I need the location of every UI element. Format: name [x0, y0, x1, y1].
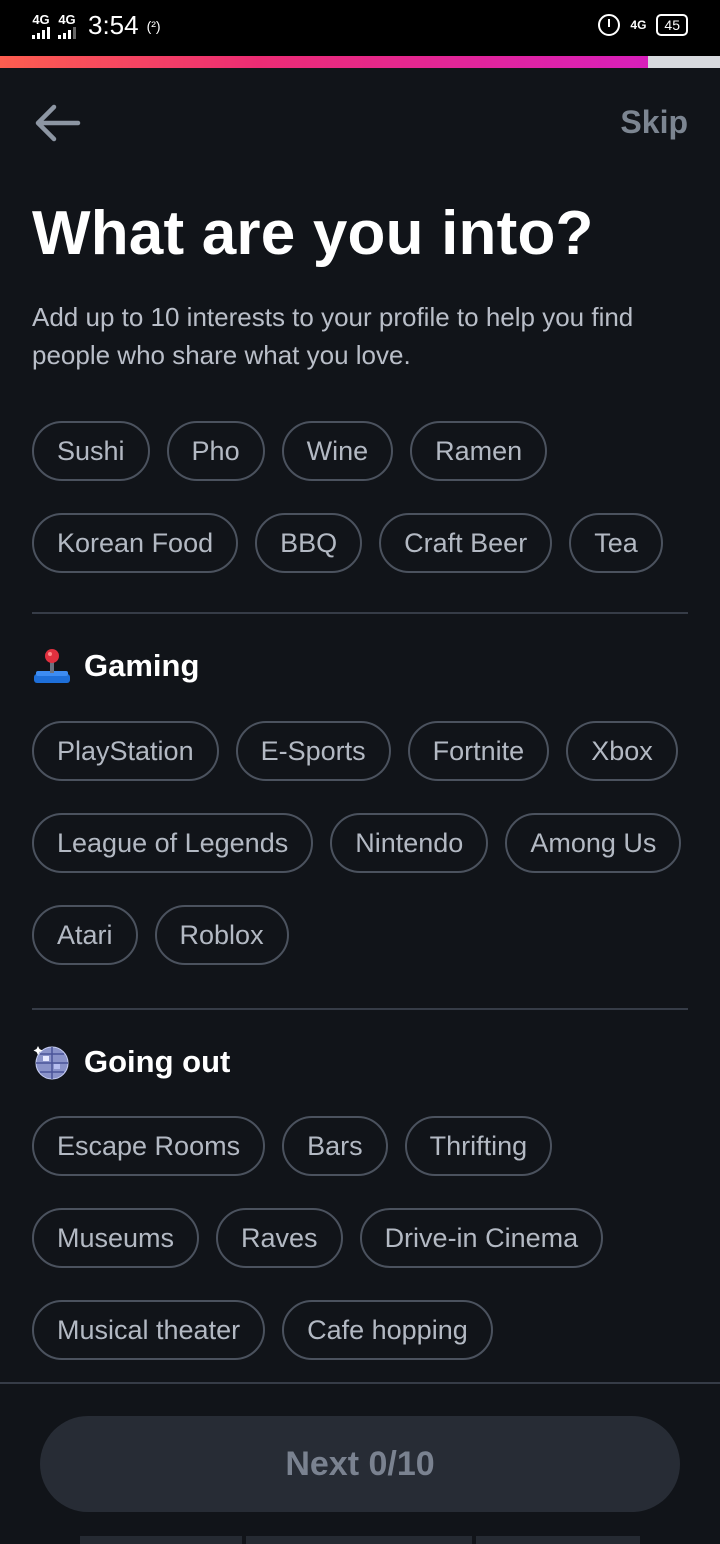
going-out-interests: Escape Rooms Bars Thrifting Museums Rave…	[32, 1116, 688, 1360]
section-divider	[32, 612, 688, 614]
interest-chip-atari[interactable]: Atari	[32, 905, 138, 965]
interest-chip-e-sports[interactable]: E-Sports	[235, 721, 391, 781]
interest-chip-raves[interactable]: Raves	[216, 1208, 343, 1268]
signal-1: 4G	[32, 13, 50, 39]
interest-chip-museums[interactable]: Museums	[32, 1208, 200, 1268]
alarm-icon	[598, 14, 621, 36]
interest-chip-nintendo[interactable]: Nintendo	[330, 813, 489, 873]
status-right: 4G 45	[598, 14, 688, 36]
section-header-going-out: Going out	[32, 1042, 230, 1082]
status-left: 4G 4G 3:54 (²)	[32, 10, 161, 41]
section-header-gaming: Gaming	[32, 646, 199, 686]
disco-ball-icon	[33, 1046, 69, 1080]
interest-chip-sushi[interactable]: Sushi	[32, 421, 150, 481]
page-subtitle: Add up to 10 interests to your profile t…	[32, 302, 634, 370]
battery-icon: 45	[656, 14, 688, 36]
next-button[interactable]: Next 0/10	[40, 1416, 680, 1512]
interest-chip-playstation[interactable]: PlayStation	[32, 721, 219, 781]
interest-chip-wine[interactable]: Wine	[281, 421, 394, 481]
gaming-interests: PlayStation E-Sports Fortnite Xbox Leagu…	[32, 721, 688, 965]
hotspot-icon: (²)	[146, 17, 161, 34]
signal-bars-icon	[58, 26, 76, 39]
section-divider	[32, 1008, 688, 1010]
status-bar: 4G 4G 3:54 (²) 4G 45	[0, 0, 720, 56]
arrow-left-icon	[35, 104, 81, 142]
chip-list: Escape Rooms Bars Thrifting Museums Rave…	[32, 1116, 688, 1360]
interest-chip-bbq[interactable]: BBQ	[255, 513, 363, 573]
joystick-icon	[34, 649, 70, 683]
interest-chip-xbox[interactable]: Xbox	[566, 721, 678, 781]
interest-chip-tea[interactable]: Tea	[569, 513, 663, 573]
interest-chip-fortnite[interactable]: Fortnite	[407, 721, 550, 781]
interest-chip-korean-food[interactable]: Korean Food	[32, 513, 239, 573]
interest-chip-roblox[interactable]: Roblox	[154, 905, 289, 965]
food-interests: Sushi Pho Wine Ramen Korean Food BBQ Cra…	[32, 421, 688, 573]
chip-list: PlayStation E-Sports Fortnite Xbox Leagu…	[32, 721, 688, 965]
signal-2: 4G	[58, 13, 76, 39]
interest-chip-musical-theater[interactable]: Musical theater	[32, 1300, 266, 1360]
page-title: What are you into?	[32, 199, 594, 268]
status-time: 3:54	[88, 10, 139, 40]
interest-chip-bars[interactable]: Bars	[282, 1116, 388, 1176]
network-type: 4G	[630, 18, 647, 32]
back-button[interactable]	[32, 100, 82, 150]
progress-fill	[0, 56, 648, 68]
onboarding-progress-bar	[0, 56, 720, 68]
interest-chip-ramen[interactable]: Ramen	[410, 421, 548, 481]
interest-chip-drive-in-cinema[interactable]: Drive-in Cinema	[359, 1208, 604, 1268]
footer-divider	[0, 1382, 720, 1384]
nav-hint	[246, 1536, 472, 1544]
skip-button[interactable]: Skip	[620, 104, 688, 141]
interest-chip-escape-rooms[interactable]: Escape Rooms	[32, 1116, 266, 1176]
interest-chip-cafe-hopping[interactable]: Cafe hopping	[282, 1300, 493, 1360]
interest-chip-among-us[interactable]: Among Us	[505, 813, 682, 873]
interest-chip-craft-beer[interactable]: Craft Beer	[379, 513, 553, 573]
signal-bars-icon	[32, 26, 50, 39]
interest-chip-pho[interactable]: Pho	[166, 421, 265, 481]
interest-chip-thrifting[interactable]: Thrifting	[404, 1116, 553, 1176]
chip-list: Sushi Pho Wine Ramen Korean Food BBQ Cra…	[32, 421, 688, 573]
section-title-gaming: Gaming	[84, 648, 200, 683]
nav-hint	[476, 1536, 640, 1544]
interest-chip-league-of-legends[interactable]: League of Legends	[32, 813, 314, 873]
section-title-going-out: Going out	[84, 1044, 231, 1079]
nav-hint	[80, 1536, 242, 1544]
